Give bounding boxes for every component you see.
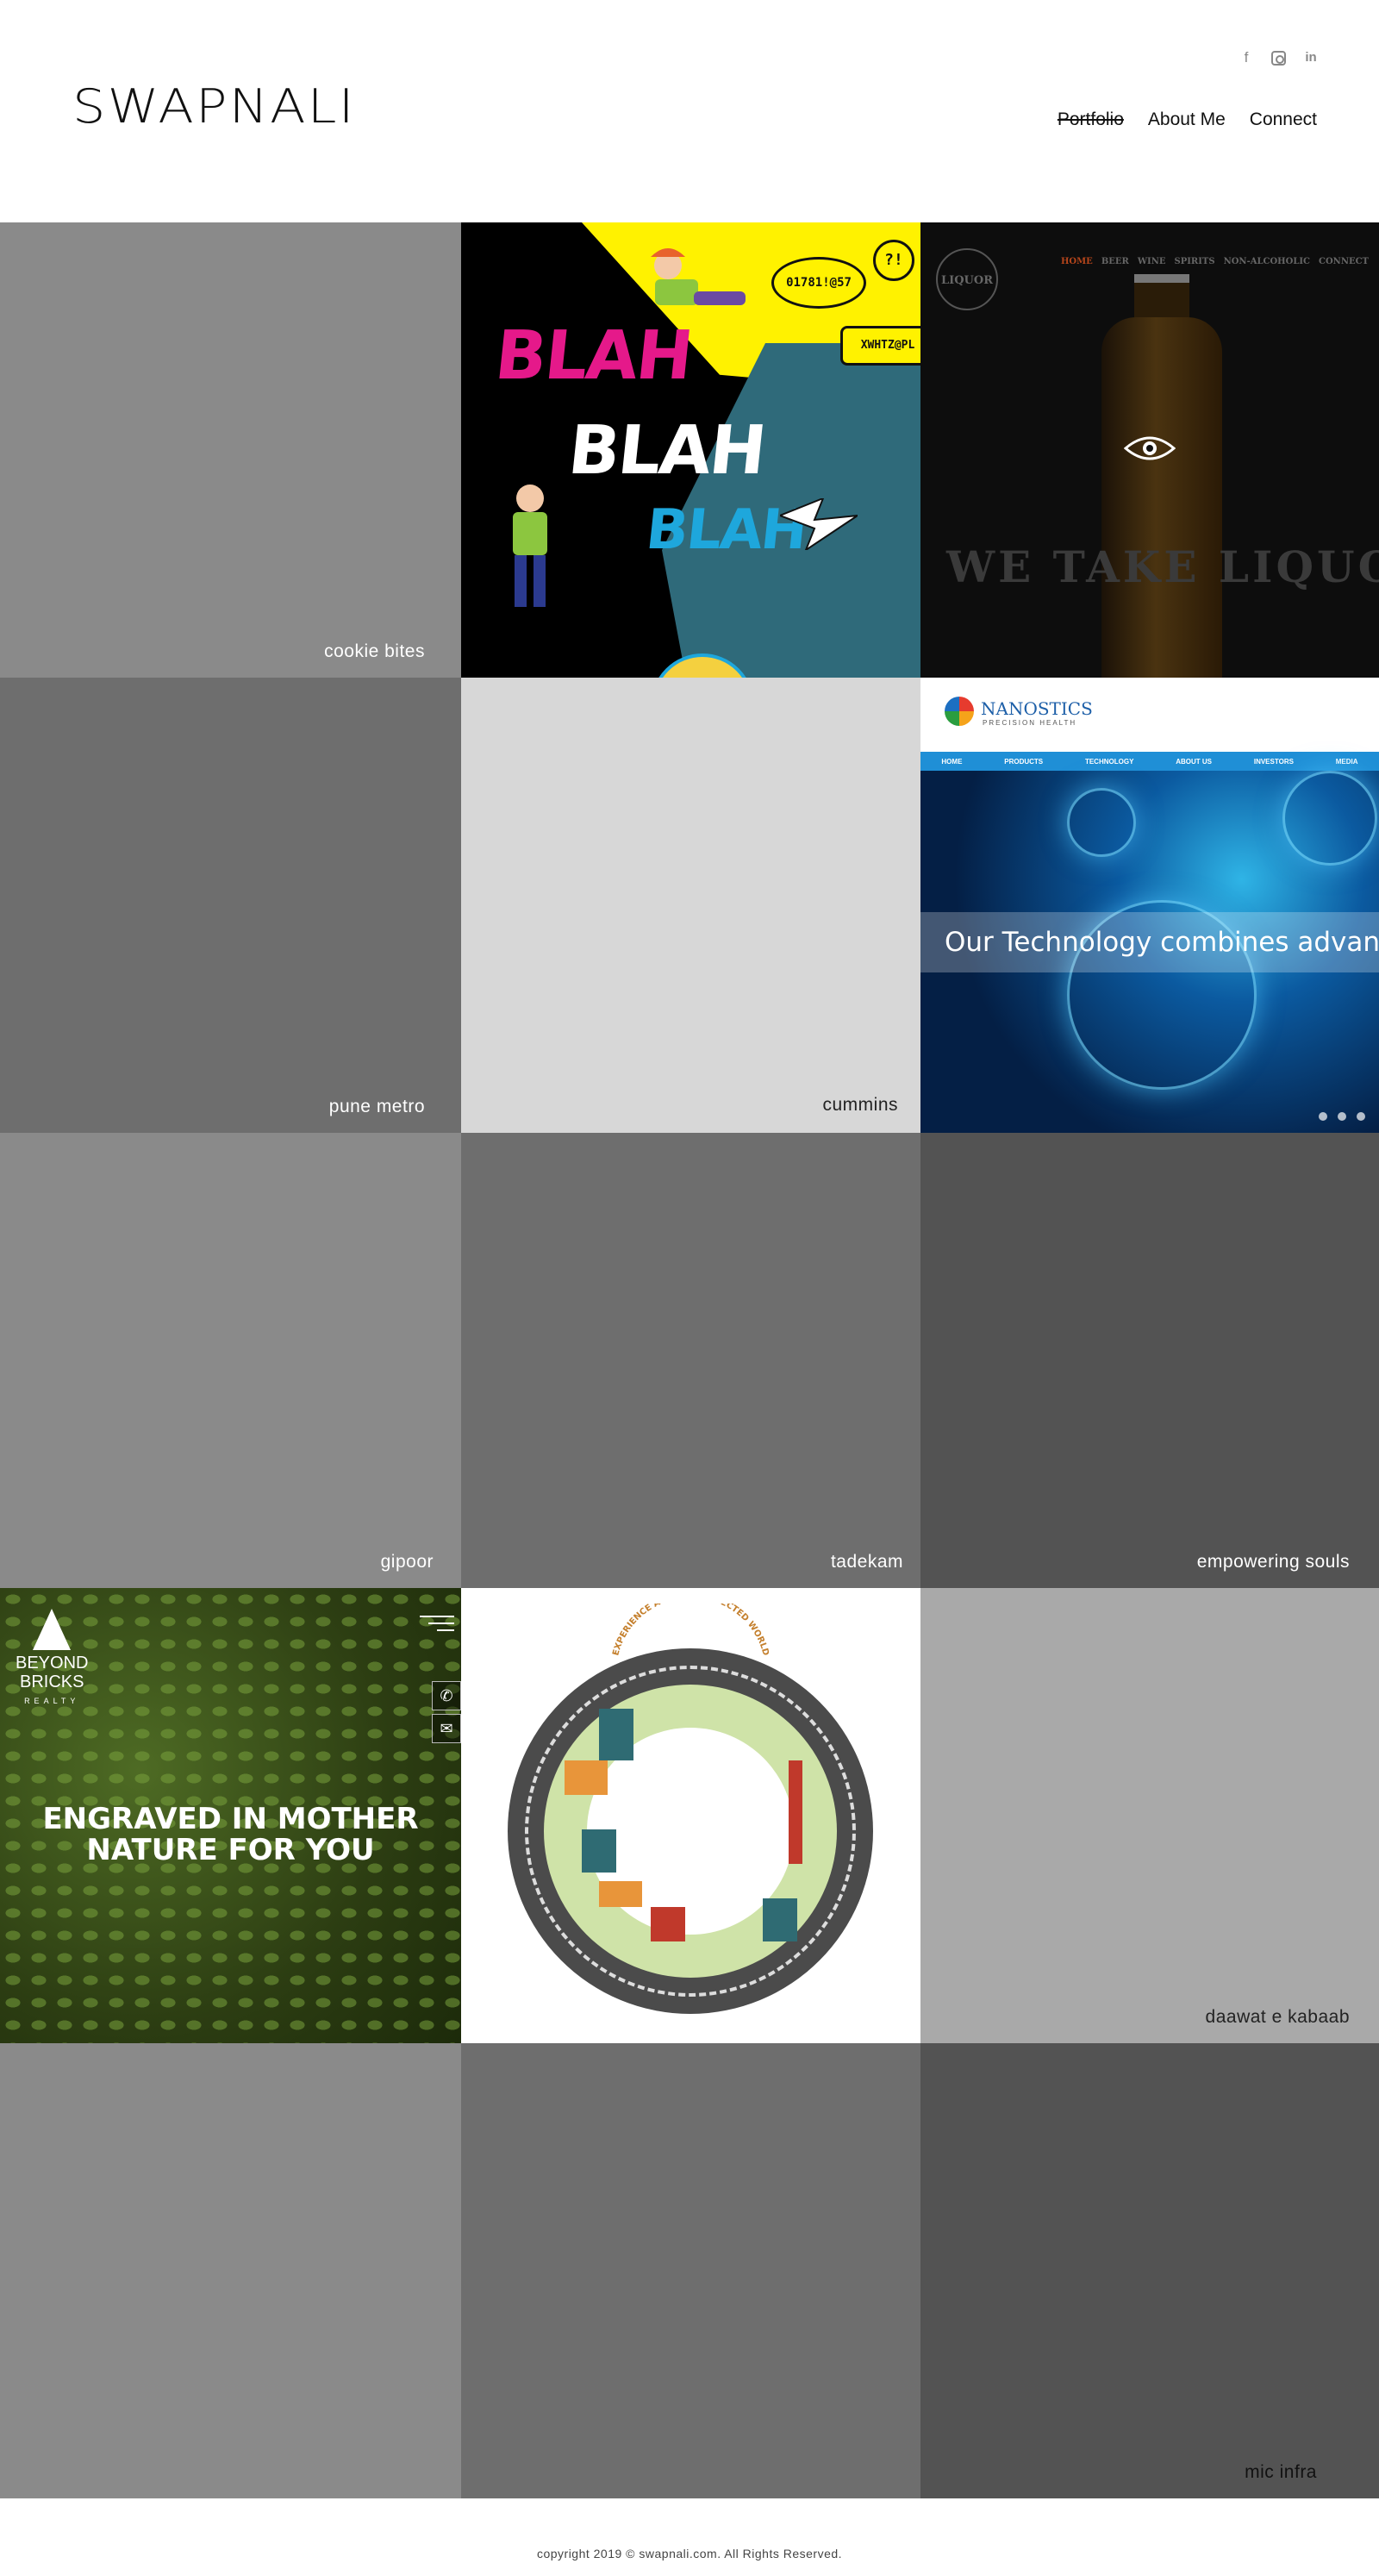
nanostics-brand: NANOSTICS (981, 698, 1093, 719)
speech-bubble: 01781!@57 (771, 257, 866, 309)
nanostics-menu-item: ABOUT US (1176, 757, 1213, 766)
tile-label: gipoor (380, 1552, 434, 1572)
liquor-place-logo: LIQUOR (936, 248, 998, 310)
figure-illustration (513, 485, 547, 607)
phone-icon[interactable]: ✆ (432, 1681, 461, 1710)
particle-orb (1282, 771, 1377, 866)
nanostics-menu-item: HOME (941, 757, 963, 766)
liquor-headline: WE TAKE LIQUO (946, 541, 1379, 592)
liquor-menu-item: BEER (1101, 257, 1129, 266)
nanostics-tagline: PRECISION HEALTH (983, 719, 1077, 727)
portfolio-tile-nanostics[interactable]: NANOSTICS PRECISION HEALTH HOME PRODUCTS… (920, 678, 1379, 1133)
bottle-image (1101, 317, 1222, 678)
tile-label: empowering souls (1196, 1552, 1350, 1572)
portfolio-tile[interactable] (0, 2043, 461, 2498)
portfolio-tile-cummins[interactable]: cummins (461, 678, 920, 1133)
portfolio-tile-pune-metro[interactable]: pune metro (0, 678, 461, 1133)
logo-line: BRICKS (20, 1673, 84, 1691)
nav-about-me[interactable]: About Me (1148, 109, 1226, 130)
tile-label: daawat e kabaab (1205, 2007, 1350, 2027)
tile-label: pune metro (328, 1097, 425, 1116)
instagram-icon[interactable] (1271, 50, 1286, 66)
carousel-dots[interactable] (1319, 1112, 1365, 1121)
liquor-menu-item: CONNECT (1319, 257, 1369, 266)
blah-word: BLAH (565, 412, 769, 490)
portfolio-grid: cookie bites 01781!@57 ?! XWHTZ@PL BLAH … (0, 222, 1379, 2498)
beyond-bricks-headline: ENGRAVED IN MOTHER NATURE FOR YOU (0, 1804, 461, 1866)
particle-orb (1067, 788, 1136, 857)
world-headline-text: EXPERIENCE A WELL-CONNECTED WORLD (611, 1604, 771, 1657)
portfolio-tile-well-connected-world[interactable]: EXPERIENCE A WELL-CONNECTED WORLD (461, 1588, 920, 2043)
tile-label: cummins (822, 1095, 898, 1115)
site-header: SWAPNALI f in Portfolio About Me Connect (0, 0, 1379, 222)
copyright-text: copyright 2019 © swapnali.com. All Right… (536, 2547, 843, 2560)
nanostics-logo-icon (945, 697, 974, 726)
lightning-icon (780, 498, 858, 550)
liquor-menu-item: NON-ALCOHOLIC (1223, 257, 1311, 266)
nanostics-navbar: HOME PRODUCTS TECHNOLOGY ABOUT US INVEST… (920, 752, 1379, 771)
headline-line: ENGRAVED IN MOTHER (42, 1802, 419, 1836)
liquor-menu: HOME BEER WINE SPIRITS NON-ALCOHOLIC CON… (1061, 257, 1369, 266)
nav-connect[interactable]: Connect (1250, 109, 1317, 130)
carousel-dot[interactable] (1338, 1112, 1346, 1121)
tile-label: tadekam (830, 1552, 903, 1572)
portfolio-tile-beyond-bricks[interactable]: BEYOND BRICKS REALTY ✆ ✉ ENGRAVED IN MOT… (0, 1588, 461, 2043)
mountain-icon (33, 1609, 72, 1650)
buildings-illustration (565, 1709, 802, 1941)
portfolio-tile-tadekam[interactable]: tadekam (461, 1133, 920, 1588)
linkedin-icon[interactable]: in (1303, 50, 1319, 66)
liquor-menu-item: HOME (1060, 257, 1093, 266)
liquor-menu-item: WINE (1137, 257, 1166, 266)
headline-line: NATURE FOR YOU (86, 1833, 375, 1867)
world-headline: EXPERIENCE A WELL-CONNECTED WORLD (611, 1604, 771, 1657)
figure-illustration (651, 248, 746, 305)
speech-bubble: ?! (873, 240, 914, 281)
nanostics-menu-item: MEDIA (1335, 757, 1358, 766)
portfolio-tile-cookie-bites[interactable]: cookie bites (0, 222, 461, 678)
portfolio-tile-liquor-place[interactable]: LIQUOR HOME BEER WINE SPIRITS NON-ALCOHO… (920, 222, 1379, 678)
portfolio-tile[interactable] (461, 2043, 920, 2498)
hamburger-menu-icon[interactable] (420, 1610, 454, 1631)
beyond-bricks-logo: BEYOND BRICKS REALTY (16, 1609, 88, 1710)
portfolio-tile-blah-blah[interactable]: 01781!@57 ?! XWHTZ@PL BLAH BLAH BLAH (461, 222, 920, 678)
logo-line: BEYOND (16, 1654, 89, 1673)
social-links: f in (1239, 50, 1319, 66)
site-logo[interactable]: SWAPNALI (72, 79, 356, 134)
portfolio-tile-gipoor[interactable]: gipoor (0, 1133, 461, 1588)
portfolio-tile-empowering-souls[interactable]: empowering souls (920, 1133, 1379, 1588)
logo-line: REALTY (24, 1697, 80, 1705)
tile-label: cookie bites (324, 641, 425, 661)
portfolio-tile-daawat-e-kabaab[interactable]: daawat e kabaab (920, 1588, 1379, 2043)
carousel-dot[interactable] (1357, 1112, 1365, 1121)
portfolio-tile-mic-infra[interactable]: mic infra (920, 2043, 1379, 2498)
tile-label: mic infra (1245, 2462, 1317, 2482)
nanostics-menu-item: TECHNOLOGY (1084, 757, 1134, 766)
nanostics-menu-item: PRODUCTS (1004, 757, 1044, 766)
nanostics-caption: Our Technology combines advanced (920, 912, 1379, 972)
nanostics-menu-item: INVESTORS (1253, 757, 1294, 766)
facebook-icon[interactable]: f (1239, 50, 1254, 66)
svg-text:EXPERIENCE A WELL-CONNECTED WO: EXPERIENCE A WELL-CONNECTED WORLD (611, 1604, 771, 1657)
main-nav: Portfolio About Me Connect (1058, 109, 1317, 130)
mail-icon[interactable]: ✉ (432, 1714, 461, 1743)
liquor-menu-item: SPIRITS (1174, 257, 1215, 266)
speech-bubble: XWHTZ@PL (840, 326, 920, 366)
site-footer: copyright 2019 © swapnali.com. All Right… (0, 2498, 1379, 2576)
nav-portfolio[interactable]: Portfolio (1058, 109, 1124, 130)
carousel-dot[interactable] (1319, 1112, 1327, 1121)
eye-icon[interactable] (1124, 435, 1176, 462)
